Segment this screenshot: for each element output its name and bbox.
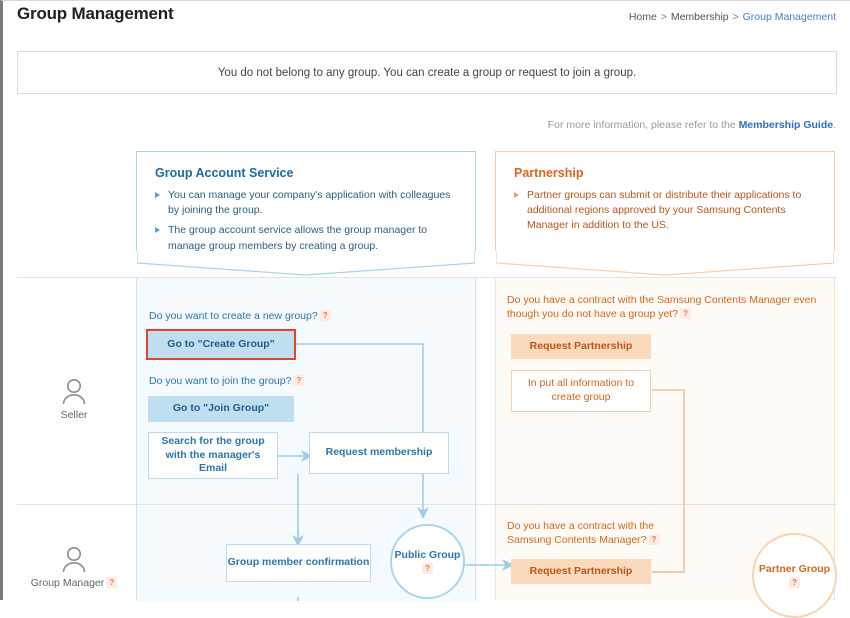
request-partnership-button-seller[interactable]: Request Partnership <box>511 334 651 359</box>
help-icon[interactable]: ? <box>293 375 305 386</box>
bullet-text: The group account service allows the gro… <box>168 224 428 252</box>
breadcrumb: Home > Membership > Group Management <box>629 11 836 23</box>
node-request-membership: Request membership <box>309 432 449 474</box>
node-group-member-confirmation: Group member confirmation <box>226 544 371 582</box>
question-contract-manager: Do you have a contract with the Samsung … <box>507 519 687 547</box>
go-to-join-group-button[interactable]: Go to "Join Group" <box>148 396 294 422</box>
public-group-label: Public Group <box>394 549 461 561</box>
group-account-service-panel: Group Account Service You can manage you… <box>136 151 476 276</box>
triangle-bullet-icon <box>514 192 519 198</box>
group-account-service-title: Group Account Service <box>155 166 294 180</box>
breadcrumb-separator-2: > <box>732 11 739 23</box>
triangle-bullet-icon <box>155 192 160 198</box>
help-icon[interactable]: ? <box>106 577 118 588</box>
panel-tail-orange <box>496 251 834 276</box>
actor-seller: Seller <box>19 377 129 421</box>
question-create-group-text: Do you want to create a new group? <box>149 310 318 322</box>
list-item: Partner groups can submit or distribute … <box>514 188 816 234</box>
bullet-text: Partner groups can submit or distribute … <box>527 189 802 232</box>
person-icon <box>62 547 86 573</box>
partnership-panel: Partnership Partner groups can submit or… <box>495 151 835 276</box>
request-partnership-button-manager[interactable]: Request Partnership <box>511 559 651 584</box>
question-contract-manager-text: Do you have a contract with the Samsung … <box>507 520 655 547</box>
partner-group-node: Partner Group ? <box>752 533 837 618</box>
help-icon[interactable]: ? <box>319 310 331 321</box>
actor-group-manager-label: Group Manager <box>30 577 105 589</box>
partnership-bullets: Partner groups can submit or distribute … <box>514 188 816 234</box>
help-icon[interactable]: ? <box>680 308 692 320</box>
no-group-notice: You do not belong to any group. You can … <box>17 51 837 94</box>
partner-group-label: Partner Group <box>758 563 831 575</box>
question-contract-no-group: Do you have a contract with the Samsung … <box>507 293 827 321</box>
breadcrumb-current: Group Management <box>742 11 836 23</box>
question-join-group: Do you want to join the group?? <box>149 374 349 388</box>
breadcrumb-separator-1: > <box>660 11 667 23</box>
guide-suffix-text: . <box>833 119 836 131</box>
group-account-service-bullets: You can manage your company's applicatio… <box>155 188 457 254</box>
list-item: The group account service allows the gro… <box>155 223 457 253</box>
actor-group-manager: Group Manager? <box>19 545 129 589</box>
no-group-notice-text: You do not belong to any group. You can … <box>217 66 637 79</box>
person-icon <box>62 379 86 405</box>
help-icon[interactable]: ? <box>648 534 660 546</box>
bullet-text: You can manage your company's applicatio… <box>168 189 451 217</box>
panel-tail-blue <box>137 251 475 276</box>
help-icon[interactable]: ? <box>789 577 800 588</box>
node-search-group-by-email: Search for the group with the manager's … <box>148 432 278 479</box>
node-input-information-create-group: In put all information to create group <box>511 370 651 412</box>
go-to-create-group-button[interactable]: Go to "Create Group" <box>146 329 296 360</box>
page-title: Group Management <box>17 4 174 23</box>
question-contract-no-group-text: Do you have a contract with the Samsung … <box>507 294 817 321</box>
actor-seller-label: Seller <box>60 409 88 421</box>
membership-guide-line: For more information, please refer to th… <box>548 119 836 131</box>
partnership-title: Partnership <box>514 166 584 180</box>
list-item: You can manage your company's applicatio… <box>155 188 457 218</box>
guide-prefix-text: For more information, please refer to th… <box>547 119 739 131</box>
page-root: Group Management Home > Membership > Gro… <box>0 0 850 618</box>
triangle-bullet-icon <box>155 227 160 234</box>
breadcrumb-home[interactable]: Home <box>629 11 657 23</box>
membership-guide-link[interactable]: Membership Guide <box>739 119 834 131</box>
public-group-node: Public Group ? <box>390 524 465 599</box>
breadcrumb-membership[interactable]: Membership <box>671 11 729 23</box>
question-join-group-text: Do you want to join the group? <box>149 375 292 387</box>
help-icon[interactable]: ? <box>422 563 433 574</box>
group-flow-diagram: Seller Group Manager? Do you want to cre… <box>17 277 837 618</box>
question-create-group: Do you want to create a new group?? <box>149 309 349 323</box>
